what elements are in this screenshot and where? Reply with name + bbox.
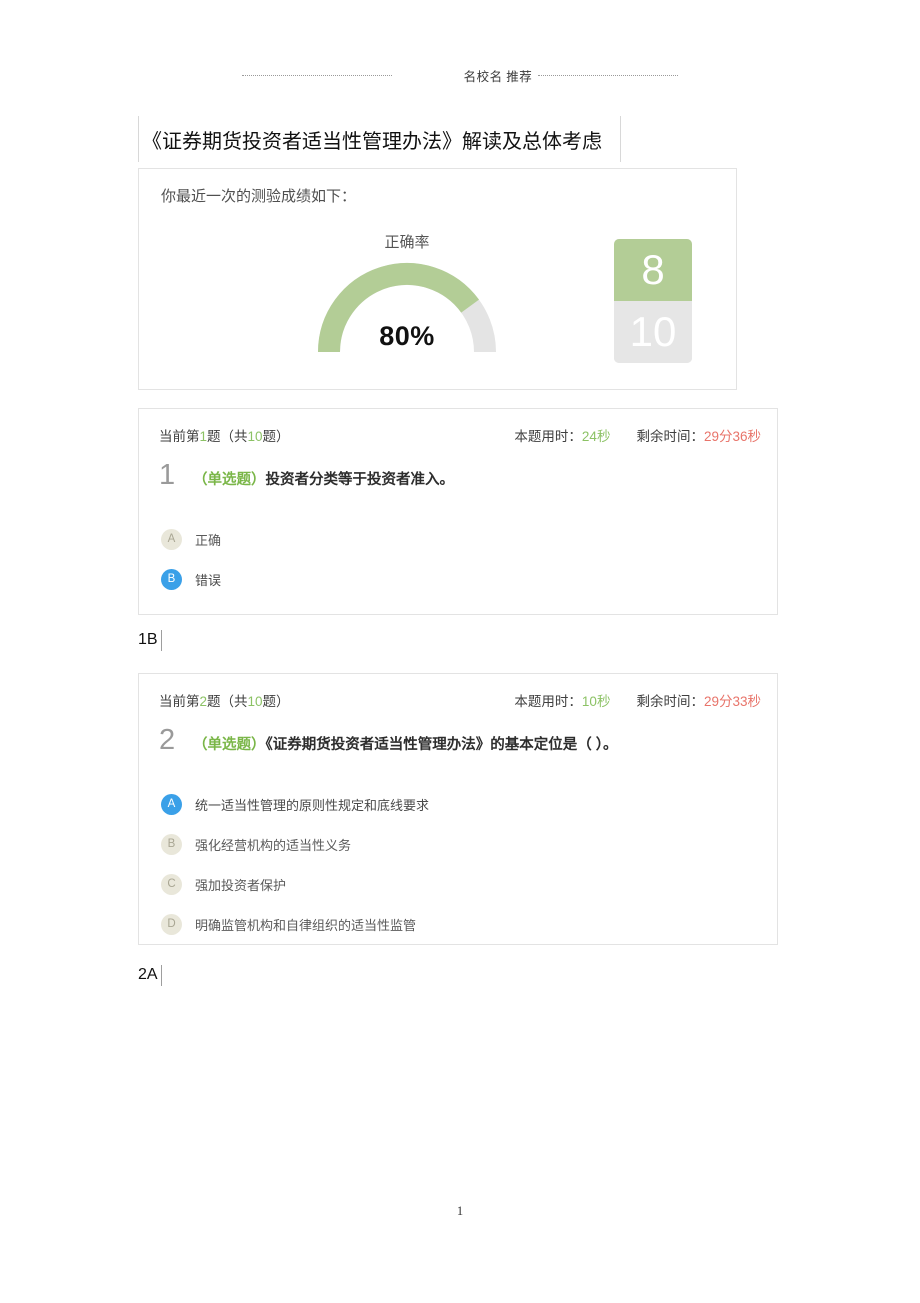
time-used-value: 10秒: [581, 694, 611, 709]
time-left-value: 29分33秒: [703, 694, 761, 709]
option-label: 强加投资者保护: [195, 877, 287, 893]
question-total-number: 10: [247, 429, 263, 444]
header-label: 名校名 推荐: [463, 69, 533, 84]
question-body: 1 （单选题）投资者分类等于投资者准入。: [159, 461, 761, 490]
accuracy-gauge-group: 正确率 80%: [307, 231, 507, 354]
text-caret: [160, 964, 162, 986]
option-letter-badge: D: [161, 913, 182, 935]
answer-option[interactable]: D 明确监管机构和自律组织的适当性监管: [161, 912, 761, 936]
score-total-count: 10: [614, 301, 692, 363]
text-caret: [160, 629, 162, 651]
time-used-value: 24秒: [581, 429, 611, 444]
document-running-header: 名校名 推荐: [0, 62, 920, 88]
time-left-label: 剩余时间：: [636, 694, 704, 709]
accuracy-gauge-label: 正确率: [384, 234, 430, 251]
accuracy-gauge-value: 80%: [379, 321, 435, 351]
question-text-line: （单选题）《证券期货投资者适当性管理办法》的基本定位是（ ）。: [193, 735, 618, 755]
question-card: 当前第2题（共10题） 本题用时：10秒 剩余时间：29分33秒 2 （单选题）…: [138, 673, 778, 945]
header-rule-left: [241, 74, 392, 76]
question-stem: 《证券期货投资者适当性管理办法》的基本定位是（ ）。: [265, 737, 618, 753]
question-type-label: （单选题）: [193, 737, 266, 753]
question-progress-mid: 题（共: [207, 694, 248, 709]
question-text-line: （单选题）投资者分类等于投资者准入。: [193, 470, 454, 490]
option-label: 正确: [195, 532, 222, 548]
header-rule-right: [538, 74, 679, 76]
time-left-value: 29分36秒: [703, 429, 761, 444]
option-letter-badge: C: [161, 873, 182, 895]
answer-options-list: A 统一适当性管理的原则性规定和底线要求 B 强化经营机构的适当性义务 C 强加…: [161, 792, 761, 952]
question-progress: 当前第1题（共10题）: [159, 425, 290, 445]
time-used: 本题用时：10秒: [514, 690, 610, 710]
document-title-row: 《证券期货投资者适当性管理办法》解读及总体考虑: [138, 116, 621, 162]
typed-answer-text: 1B: [138, 631, 158, 648]
time-left: 剩余时间：29分33秒: [636, 690, 761, 710]
answer-option[interactable]: B 错误: [161, 567, 761, 591]
question-progress-prefix: 当前第: [159, 694, 200, 709]
option-label: 统一适当性管理的原则性规定和底线要求: [195, 797, 430, 813]
score-fraction-box: 8 10: [614, 239, 692, 363]
question-stem: 投资者分类等于投资者准入。: [265, 472, 455, 488]
question-progress-suffix: 题）: [262, 694, 290, 709]
option-letter-badge: A: [161, 528, 182, 550]
time-used-label: 本题用时：: [514, 694, 582, 709]
question-index: 1: [159, 459, 176, 491]
time-left: 剩余时间：29分36秒: [636, 425, 761, 445]
accuracy-gauge: 80%: [313, 258, 501, 354]
footer-page-number: 1: [456, 1204, 464, 1218]
option-label: 错误: [195, 572, 222, 588]
option-letter-badge: B: [161, 833, 182, 855]
question-body: 2 （单选题）《证券期货投资者适当性管理办法》的基本定位是（ ）。: [159, 726, 761, 755]
answer-options-list: A 正确 B 错误: [161, 527, 761, 607]
question-card: 当前第1题（共10题） 本题用时：24秒 剩余时间：29分36秒 1 （单选题）…: [138, 408, 778, 615]
question-progress-mid: 题（共: [207, 429, 248, 444]
option-label: 明确监管机构和自律组织的适当性监管: [195, 917, 417, 933]
typed-answer-text: 2A: [138, 966, 158, 983]
answer-option[interactable]: B 强化经营机构的适当性义务: [161, 832, 761, 856]
question-current-number: 2: [199, 694, 208, 709]
time-used: 本题用时：24秒: [514, 425, 610, 445]
question-meta-row: 当前第1题（共10题） 本题用时：24秒 剩余时间：29分36秒: [159, 425, 761, 445]
time-used-label: 本题用时：: [514, 429, 582, 444]
question-current-number: 1: [199, 429, 208, 444]
page-title: 《证券期货投资者适当性管理办法》解读及总体考虑: [142, 130, 602, 153]
score-correct-count: 8: [614, 239, 692, 301]
time-left-label: 剩余时间：: [636, 429, 704, 444]
score-result-card: 你最近一次的测验成绩如下： 正确率 80% 8 10: [138, 168, 737, 390]
question-progress-prefix: 当前第: [159, 429, 200, 444]
question-progress: 当前第2题（共10题）: [159, 690, 290, 710]
question-index: 2: [159, 724, 176, 756]
answer-option[interactable]: C 强加投资者保护: [161, 872, 761, 896]
question-meta-row: 当前第2题（共10题） 本题用时：10秒 剩余时间：29分33秒: [159, 690, 761, 710]
typed-answer-line[interactable]: 2A: [138, 963, 162, 987]
question-type-label: （单选题）: [193, 472, 266, 488]
score-caption: 你最近一次的测验成绩如下：: [161, 188, 357, 205]
question-total-number: 10: [247, 694, 263, 709]
option-label: 强化经营机构的适当性义务: [195, 837, 352, 853]
option-letter-badge: A: [161, 793, 182, 815]
question-progress-suffix: 题）: [262, 429, 290, 444]
answer-option[interactable]: A 统一适当性管理的原则性规定和底线要求: [161, 792, 761, 816]
typed-answer-line[interactable]: 1B: [138, 628, 162, 652]
option-letter-badge: B: [161, 568, 182, 590]
answer-option[interactable]: A 正确: [161, 527, 761, 551]
